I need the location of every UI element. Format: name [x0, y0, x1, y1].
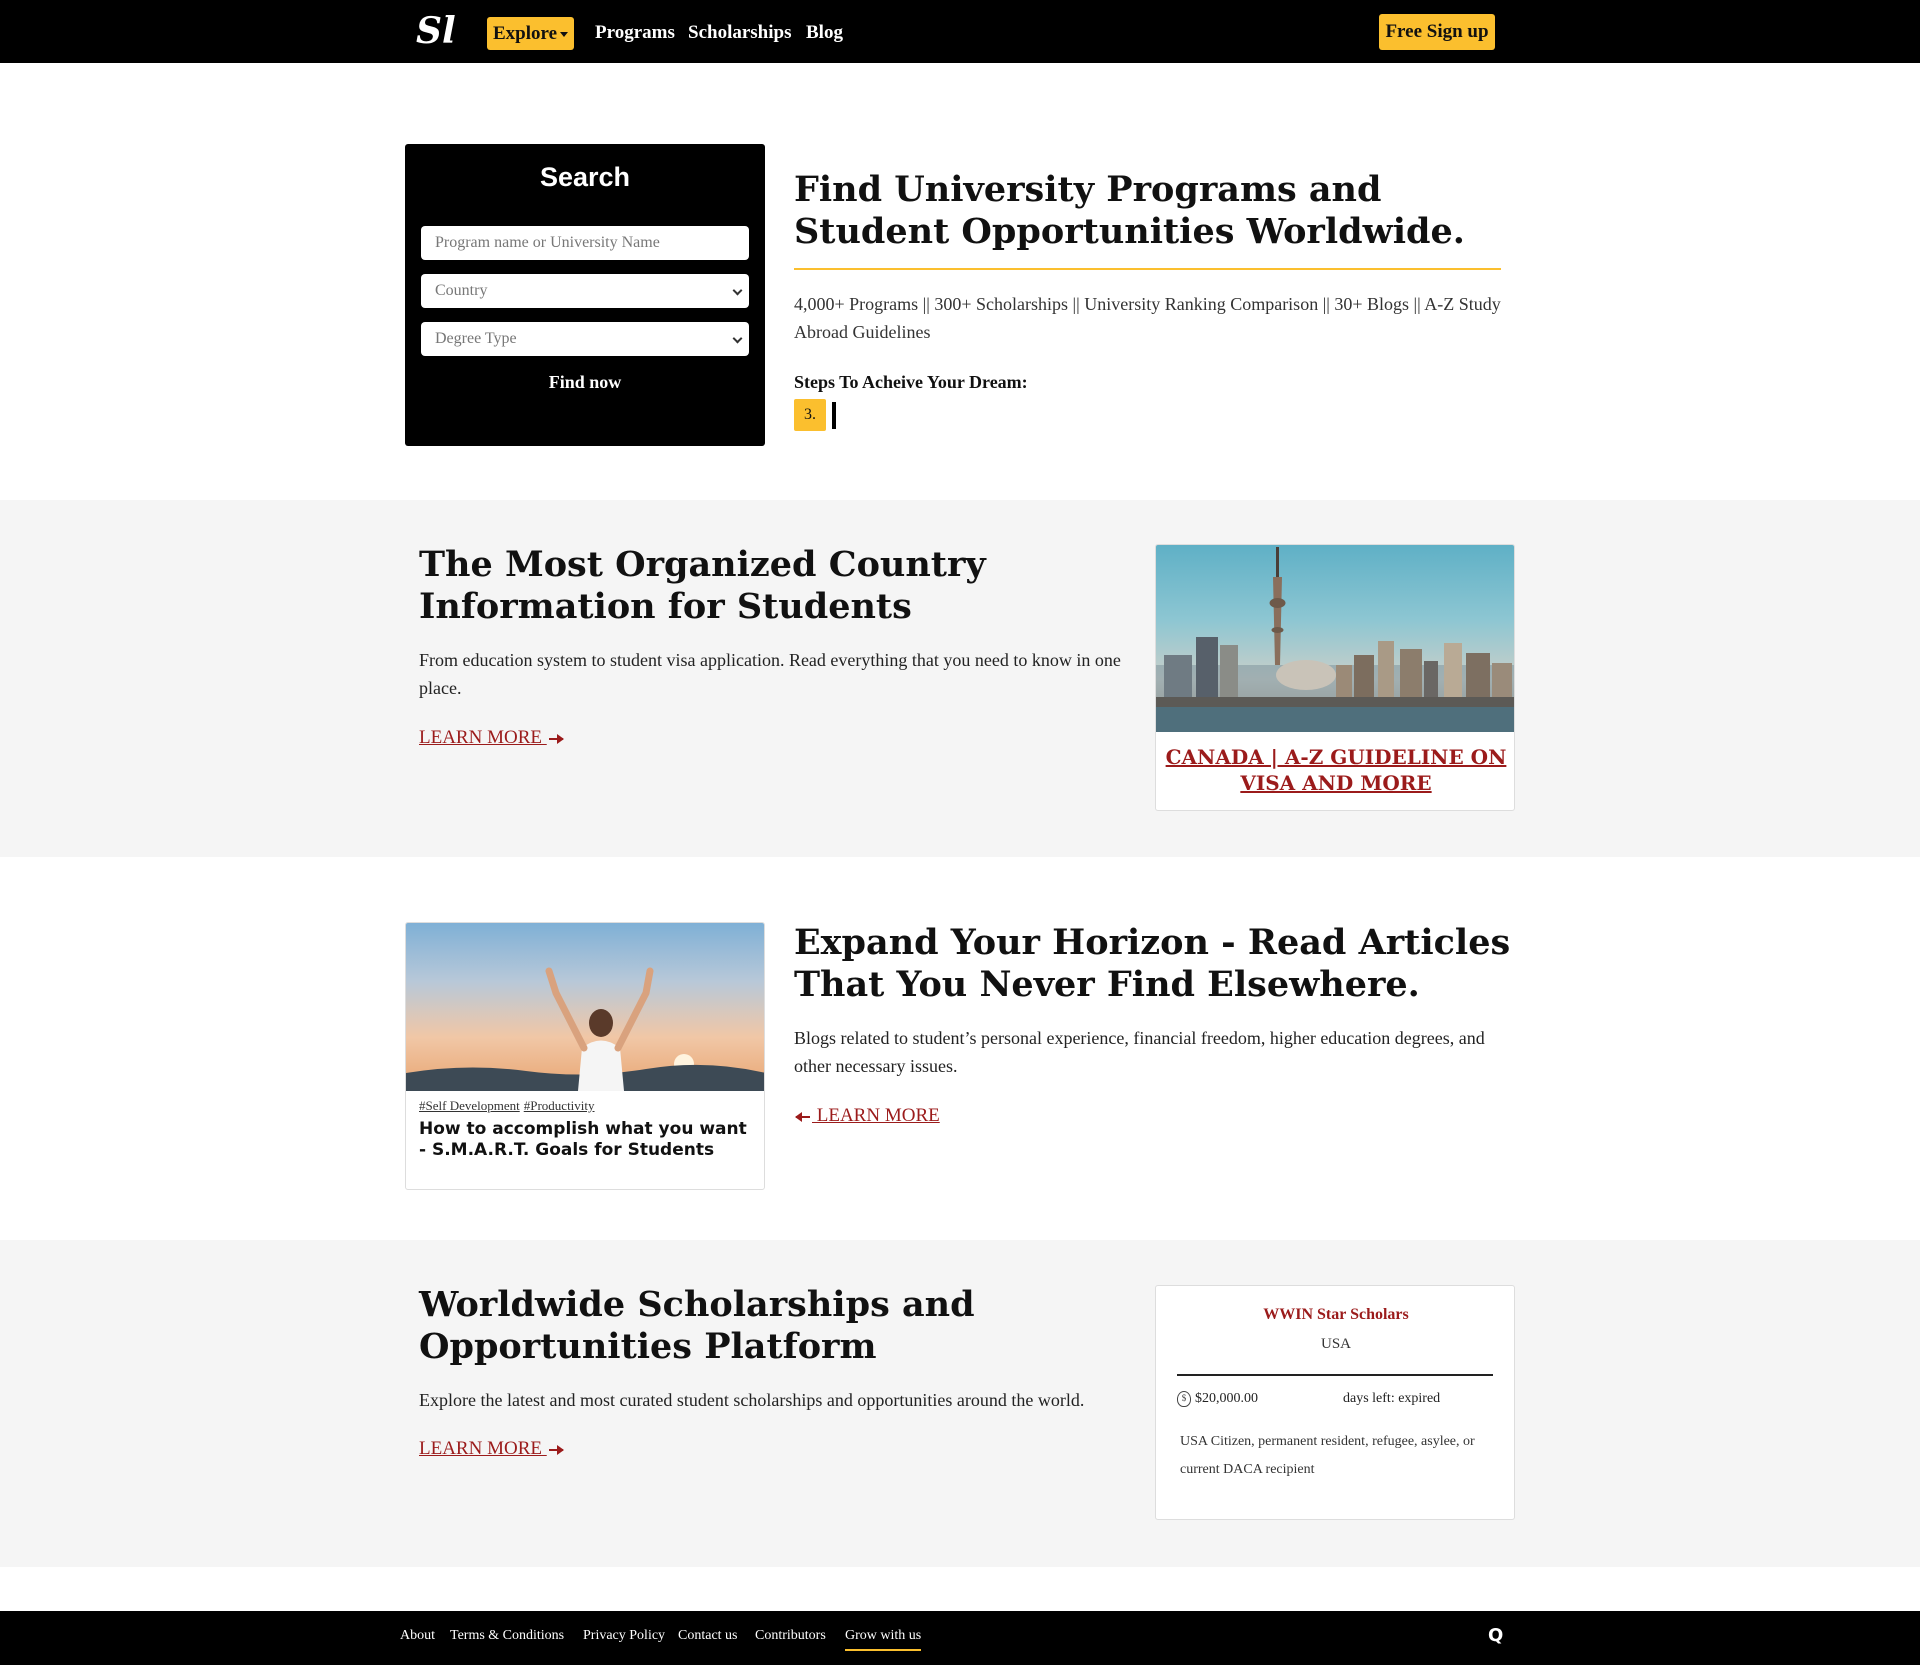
footer: About Terms & Conditions Privacy Policy … — [0, 1611, 1920, 1665]
degree-type-select[interactable]: Degree Type — [421, 322, 749, 356]
chevron-down-icon — [732, 285, 743, 296]
scholarship-name[interactable]: WWIN Star Scholars — [1156, 1306, 1514, 1324]
canada-guide-card[interactable]: CANADA | A-Z GUIDELINE ON VISA AND MORE — [1155, 544, 1515, 811]
footer-link-about[interactable]: About — [400, 1626, 435, 1646]
scholarship-amount-value: $20,000.00 — [1195, 1391, 1258, 1406]
step-number-badge: 3. — [794, 399, 826, 431]
search-title: Search — [539, 162, 631, 192]
explore-label: Explore — [493, 23, 558, 44]
free-signup-button[interactable]: Free Sign up — [1379, 14, 1495, 50]
toronto-skyline-image — [1156, 545, 1514, 732]
chevron-down-icon — [732, 333, 743, 344]
nav-link-scholarships[interactable]: Scholarships — [688, 18, 791, 48]
tag-link[interactable]: #Productivity — [524, 1098, 595, 1113]
country-section: The Most Organized Country Information f… — [0, 500, 1920, 857]
hero-divider — [794, 268, 1501, 270]
country-select-value: Country — [435, 282, 488, 299]
scholarship-amount: $ $20,000.00 — [1177, 1391, 1258, 1407]
arrow-left-icon — [795, 1111, 810, 1122]
scholarship-card[interactable]: WWIN Star Scholars USA $ $20,000.00 days… — [1155, 1285, 1515, 1520]
scholarship-section-text: Explore the latest and most curated stud… — [419, 1390, 1085, 1410]
arrow-right-icon — [548, 1444, 564, 1455]
navbar: Sl Explore Programs Scholarships Blog Fr… — [0, 0, 1920, 63]
explore-dropdown-button[interactable]: Explore — [487, 17, 575, 50]
country-section-title: The Most Organized Country Information f… — [419, 544, 986, 627]
scholarship-section: Worldwide Scholarships and Opportunities… — [0, 1240, 1920, 1567]
steps-label: Steps To Acheive Your Dream: — [794, 372, 1028, 392]
tag-link[interactable]: #Self Development — [419, 1098, 520, 1113]
nav-link-blog[interactable]: Blog — [806, 18, 843, 48]
search-panel: Search Program name or University Name C… — [405, 144, 765, 446]
scholarship-learn-more-label: LEARN MORE — [419, 1438, 547, 1459]
hero-title: Find University Programs and Student Opp… — [794, 169, 1465, 252]
quora-icon[interactable]: Q — [1488, 1625, 1503, 1646]
footer-link-grow[interactable]: Grow with us — [845, 1626, 922, 1651]
find-now-button[interactable]: Find now — [405, 372, 765, 392]
footer-link-contributors[interactable]: Contributors — [755, 1626, 826, 1646]
scholarship-eligibility: USA Citizen, permanent resident, refugee… — [1180, 1434, 1475, 1477]
blog-section-text: Blogs related to student’s personal expe… — [794, 1028, 1485, 1076]
typing-cursor — [832, 402, 836, 429]
blog-card[interactable]: #Self Development #Productivity How to ac… — [405, 922, 765, 1190]
site-logo[interactable]: Sl — [416, 10, 456, 52]
blog-title[interactable]: How to accomplish what you want - S.M.A.… — [419, 1119, 749, 1161]
skyline-illustration — [1156, 547, 1514, 732]
program-search-input[interactable]: Program name or University Name — [421, 226, 749, 260]
country-learn-more-link[interactable]: LEARN MORE — [419, 726, 565, 750]
footer-link-privacy[interactable]: Privacy Policy — [583, 1626, 665, 1646]
program-search-placeholder: Program name or University Name — [435, 234, 660, 251]
scholarship-divider — [1177, 1374, 1493, 1376]
caret-down-icon — [560, 32, 569, 37]
country-section-text: From education system to student visa ap… — [419, 650, 1121, 698]
arrow-right-icon — [548, 733, 564, 744]
country-select[interactable]: Country — [421, 274, 749, 308]
blog-learn-more-label: LEARN MORE — [812, 1105, 940, 1126]
blog-learn-more-link[interactable]: LEARN MORE — [794, 1104, 940, 1128]
nav-link-programs[interactable]: Programs — [595, 18, 675, 48]
scholarship-days-left: days left: expired — [1343, 1391, 1441, 1406]
blog-section-title: Expand Your Horizon - Read Articles That… — [794, 922, 1511, 1005]
scholarship-country: USA — [1320, 1336, 1351, 1352]
hero-subtitle: 4,000+ Programs || 300+ Scholarships || … — [794, 294, 1501, 342]
money-bag-icon: $ — [1177, 1391, 1191, 1407]
footer-link-terms[interactable]: Terms & Conditions — [450, 1626, 564, 1646]
scholarship-learn-more-link[interactable]: LEARN MORE — [419, 1437, 565, 1461]
country-learn-more-label: LEARN MORE — [419, 727, 547, 748]
footer-link-contact[interactable]: Contact us — [678, 1626, 738, 1646]
person-cheering-illustration — [406, 967, 764, 1091]
degree-type-select-value: Degree Type — [435, 330, 517, 347]
canada-guide-link[interactable]: CANADA | A-Z GUIDELINE ON VISA AND MORE — [1156, 744, 1514, 796]
blog-cover-image — [406, 923, 764, 1091]
blog-tags: #Self Development #Productivity — [419, 1098, 599, 1114]
scholarship-section-title: Worldwide Scholarships and Opportunities… — [419, 1284, 975, 1367]
